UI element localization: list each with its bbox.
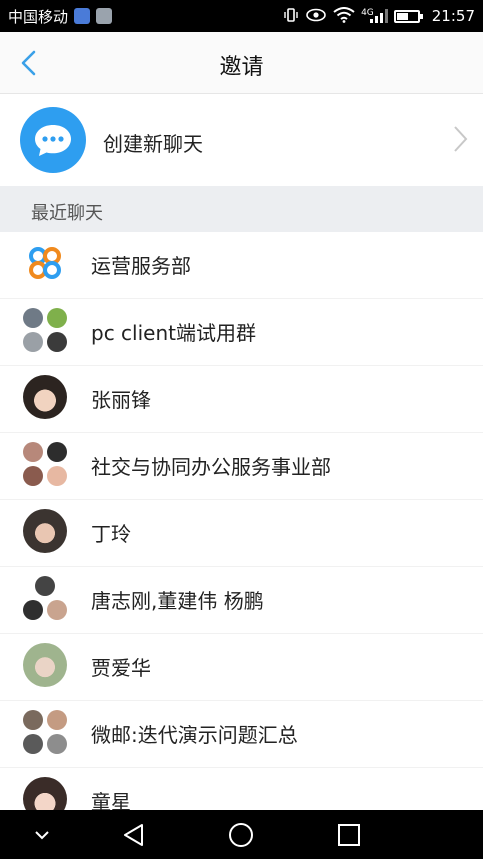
group-avatar xyxy=(23,576,69,622)
create-new-chat-label: 创建新聊天 xyxy=(103,132,203,156)
contact-avatar xyxy=(23,509,67,553)
chevron-down-icon[interactable] xyxy=(28,821,56,849)
app-header: 邀请 xyxy=(0,32,483,94)
contact-avatar xyxy=(23,375,67,419)
list-item[interactable]: 贾爱华 xyxy=(0,634,483,701)
chat-name: 丁玲 xyxy=(91,522,131,546)
group-logo-avatar xyxy=(23,241,67,285)
list-item[interactable]: pc client端试用群 xyxy=(0,299,483,366)
status-bar: 中国移动 4G 21:57 xyxy=(0,0,483,32)
page-title: 邀请 xyxy=(219,55,264,80)
system-navigation-bar xyxy=(0,810,483,859)
chevron-right-icon xyxy=(450,124,470,154)
group-avatar xyxy=(23,308,69,354)
chat-name: 童星 xyxy=(91,790,131,810)
list-item[interactable]: 丁玲 xyxy=(0,500,483,567)
contact-avatar xyxy=(23,777,67,810)
chat-name: 贾爱华 xyxy=(91,656,151,680)
chat-name: 运营服务部 xyxy=(91,254,191,278)
image-notification-icon xyxy=(96,8,113,24)
list-item[interactable]: 张丽锋 xyxy=(0,366,483,433)
list-item[interactable]: 运营服务部 xyxy=(0,232,483,299)
vibrate-icon xyxy=(283,7,299,26)
carrier-name: 中国移动 xyxy=(8,7,69,26)
group-avatar xyxy=(23,442,69,488)
chat-name: 唐志刚,董建伟 杨鹏 xyxy=(91,589,264,613)
chat-name: pc client端试用群 xyxy=(91,321,256,345)
home-circle-icon[interactable] xyxy=(227,821,255,849)
recent-chats-section-header: 最近聊天 xyxy=(0,186,483,232)
recent-chats-list: 运营服务部 pc client端试用群 张丽锋 社交与协同办公服务事业部 丁玲 xyxy=(0,232,483,810)
section-title: 最近聊天 xyxy=(31,203,103,224)
chat-name: 社交与协同办公服务事业部 xyxy=(91,455,331,479)
list-item[interactable]: 唐志刚,董建伟 杨鹏 xyxy=(0,567,483,634)
app-notification-icon xyxy=(74,8,91,24)
wifi-icon xyxy=(333,6,355,26)
chat-bubble-icon xyxy=(20,107,86,173)
network-type: 4G xyxy=(361,8,374,18)
group-avatar xyxy=(23,710,69,756)
list-item[interactable]: 童星 xyxy=(0,768,483,810)
clock: 21:57 xyxy=(431,7,475,25)
contact-avatar xyxy=(23,643,67,687)
chat-name: 微邮:迭代演示问题汇总 xyxy=(91,723,298,747)
battery-icon xyxy=(393,9,423,23)
recents-square-icon[interactable] xyxy=(335,821,363,849)
eye-icon xyxy=(305,7,327,26)
list-item[interactable]: 社交与协同办公服务事业部 xyxy=(0,433,483,500)
back-triangle-icon[interactable] xyxy=(120,821,148,849)
list-item[interactable]: 微邮:迭代演示问题汇总 xyxy=(0,701,483,768)
chat-name: 张丽锋 xyxy=(91,388,151,412)
signal-icon: 4G xyxy=(361,8,388,23)
create-new-chat-row[interactable]: 创建新聊天 xyxy=(0,94,483,186)
